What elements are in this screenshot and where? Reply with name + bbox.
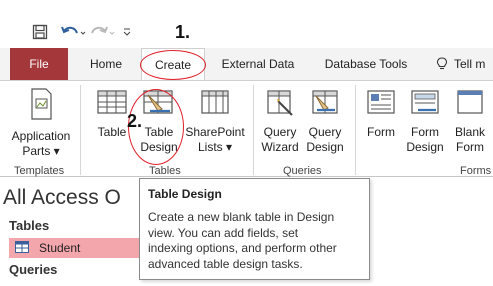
tab-external-data[interactable]: External Data bbox=[212, 48, 304, 80]
blank-form-icon bbox=[450, 87, 490, 121]
navigation-pane: All Access O Tables Student Queries bbox=[0, 178, 140, 286]
query-design-button[interactable]: Query Design bbox=[304, 87, 346, 155]
query-design-label-2: Design bbox=[306, 140, 344, 154]
form-label: Form bbox=[367, 125, 395, 139]
group-label-templates: Templates bbox=[14, 165, 65, 177]
redo-icon[interactable] bbox=[90, 22, 116, 42]
query-wizard-icon bbox=[258, 87, 302, 121]
group-separator bbox=[355, 85, 356, 175]
form-design-label-2: Design bbox=[406, 140, 444, 154]
undo-icon[interactable] bbox=[60, 22, 86, 42]
tooltip-line: advanced table design tasks. bbox=[148, 256, 303, 271]
form-icon bbox=[362, 87, 400, 121]
application-parts-button[interactable]: Application Parts ▾ bbox=[10, 87, 72, 159]
query-design-icon bbox=[304, 87, 346, 121]
save-icon[interactable] bbox=[30, 22, 50, 42]
table-design-tooltip: Table Design Create a new blank table in… bbox=[139, 178, 370, 280]
sharepoint-lists-button[interactable]: SharePoint Lists ▾ bbox=[182, 87, 248, 155]
sharepoint-lists-label-1: SharePoint bbox=[185, 125, 245, 139]
tell-me-search[interactable]: Tell m bbox=[436, 48, 493, 80]
group-separator bbox=[253, 85, 254, 175]
group-label-tables: Tables bbox=[149, 165, 181, 177]
form-design-button[interactable]: Form Design bbox=[404, 87, 446, 155]
step-1-annotation: 1. bbox=[175, 22, 191, 42]
ribbon-tab-bar: File Home Create External Data Database … bbox=[0, 48, 493, 81]
sharepoint-list-icon bbox=[182, 87, 248, 121]
query-design-label-1: Query bbox=[308, 125, 342, 139]
group-label-queries: Queries bbox=[283, 165, 322, 177]
query-wizard-button[interactable]: Query Wizard bbox=[258, 87, 302, 155]
query-wizard-label-1: Query bbox=[263, 125, 297, 139]
tab-home[interactable]: Home bbox=[80, 48, 132, 80]
application-parts-label-2: Parts ▾ bbox=[22, 144, 60, 158]
tooltip-body: Create a new blank table in Design view.… bbox=[148, 210, 361, 272]
tooltip-line: Create a new blank table in Design bbox=[148, 210, 335, 224]
group-label-forms: Forms bbox=[460, 165, 492, 177]
nav-item-label: Student bbox=[39, 241, 81, 255]
quick-access-toolbar: 1. bbox=[0, 0, 493, 48]
table-button[interactable]: Table bbox=[92, 87, 132, 140]
form-design-label-1: Form bbox=[411, 125, 439, 139]
customize-toolbar-icon[interactable] bbox=[120, 22, 134, 42]
form-design-icon bbox=[404, 87, 446, 121]
tab-file[interactable]: File bbox=[10, 48, 68, 80]
form-button[interactable]: Form bbox=[362, 87, 400, 140]
nav-section-tables[interactable]: Tables bbox=[9, 218, 49, 233]
application-parts-label-1: Application bbox=[11, 129, 71, 143]
tell-me-label: Tell m bbox=[454, 57, 486, 71]
create-tab-highlight bbox=[140, 50, 206, 80]
nav-pane-title[interactable]: All Access O bbox=[3, 186, 121, 210]
blank-form-button[interactable]: Blank Form bbox=[450, 87, 490, 155]
table-label: Table bbox=[97, 125, 127, 139]
application-parts-icon bbox=[10, 87, 72, 125]
tooltip-line: indexing options, and perform other bbox=[148, 241, 337, 255]
sharepoint-lists-label-2: Lists ▾ bbox=[197, 140, 233, 154]
tab-database-tools[interactable]: Database Tools bbox=[316, 48, 416, 80]
query-wizard-label-2: Wizard bbox=[261, 140, 299, 154]
tooltip-line: view. You can add fields, set bbox=[148, 225, 299, 240]
lightbulb-icon bbox=[436, 57, 448, 71]
blank-form-label-2: Form bbox=[456, 140, 484, 154]
step-2-annotation: 2. bbox=[127, 111, 143, 131]
tooltip-title: Table Design bbox=[148, 187, 222, 201]
table-icon bbox=[15, 240, 29, 256]
group-separator bbox=[80, 85, 81, 175]
ribbon-create: Application Parts ▾ Table Table Design 2… bbox=[0, 80, 493, 177]
nav-section-queries[interactable]: Queries bbox=[9, 262, 57, 277]
blank-form-label-1: Blank bbox=[454, 125, 486, 139]
nav-item-student[interactable]: Student bbox=[9, 238, 140, 258]
table-icon bbox=[92, 87, 132, 121]
